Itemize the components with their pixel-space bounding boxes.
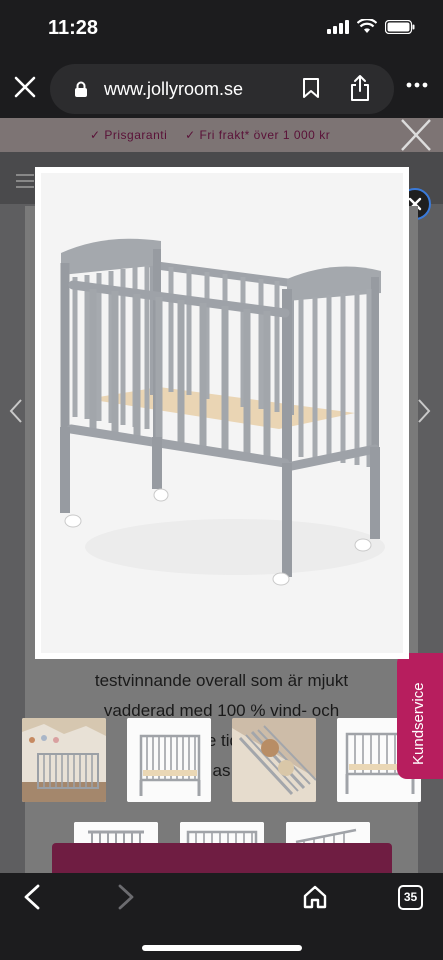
- crib-product-image: [41, 173, 403, 653]
- customer-service-label[interactable]: Kundservice: [410, 682, 427, 765]
- share-icon[interactable]: [348, 74, 372, 102]
- customer-service-tab[interactable]: Kundservice: [397, 653, 443, 779]
- signal-icon: [327, 19, 349, 34]
- status-bar: 11:28: [0, 0, 443, 60]
- home-indicator: [142, 945, 302, 951]
- add-to-cart-button[interactable]: [52, 843, 392, 873]
- home-icon[interactable]: [302, 884, 328, 910]
- thumbnail-2[interactable]: [127, 718, 211, 802]
- promo-free-shipping: ✓ Fri frakt* över 1 000 kr: [185, 128, 331, 142]
- status-icons: [327, 19, 415, 34]
- crib-toys-image: [232, 718, 316, 802]
- product-image-modal: [35, 167, 409, 659]
- chevron-left-icon[interactable]: [8, 398, 24, 424]
- back-icon[interactable]: [22, 884, 42, 910]
- bookmark-icon[interactable]: [302, 77, 320, 99]
- battery-icon: [385, 19, 415, 34]
- description-line: testvinnande overall som är mjukt: [94, 671, 349, 690]
- chevron-right-icon[interactable]: [416, 398, 432, 424]
- crib-room-image: [22, 718, 106, 802]
- url-text[interactable]: www.jollyroom.se: [104, 79, 243, 100]
- crib-image: [127, 718, 211, 802]
- url-bar[interactable]: www.jollyroom.se: [50, 64, 394, 114]
- tabs-button[interactable]: 35: [398, 885, 423, 910]
- lock-icon: [75, 81, 87, 97]
- promo-text: ✓ Prisgaranti ✓ Fri frakt* över 1 000 kr: [90, 128, 344, 142]
- status-time: 11:28: [48, 17, 99, 39]
- forward-icon[interactable]: [116, 884, 136, 910]
- browser-toolbar: www.jollyroom.se: [0, 60, 443, 118]
- wifi-icon: [357, 19, 377, 33]
- thumbnail-1[interactable]: [22, 718, 106, 802]
- menu-icon[interactable]: [16, 174, 34, 188]
- thumbnail-row: [22, 718, 422, 804]
- browser-bottom-bar: 35: [0, 873, 443, 960]
- promo-bar: ✓ Prisgaranti ✓ Fri frakt* över 1 000 kr: [0, 118, 443, 152]
- thumbnail-3[interactable]: [232, 718, 316, 802]
- lightbox-close-icon[interactable]: [398, 118, 434, 152]
- more-icon[interactable]: [406, 82, 428, 88]
- close-icon[interactable]: [12, 74, 38, 100]
- promo-price-guarantee: ✓ Prisgaranti: [90, 128, 168, 142]
